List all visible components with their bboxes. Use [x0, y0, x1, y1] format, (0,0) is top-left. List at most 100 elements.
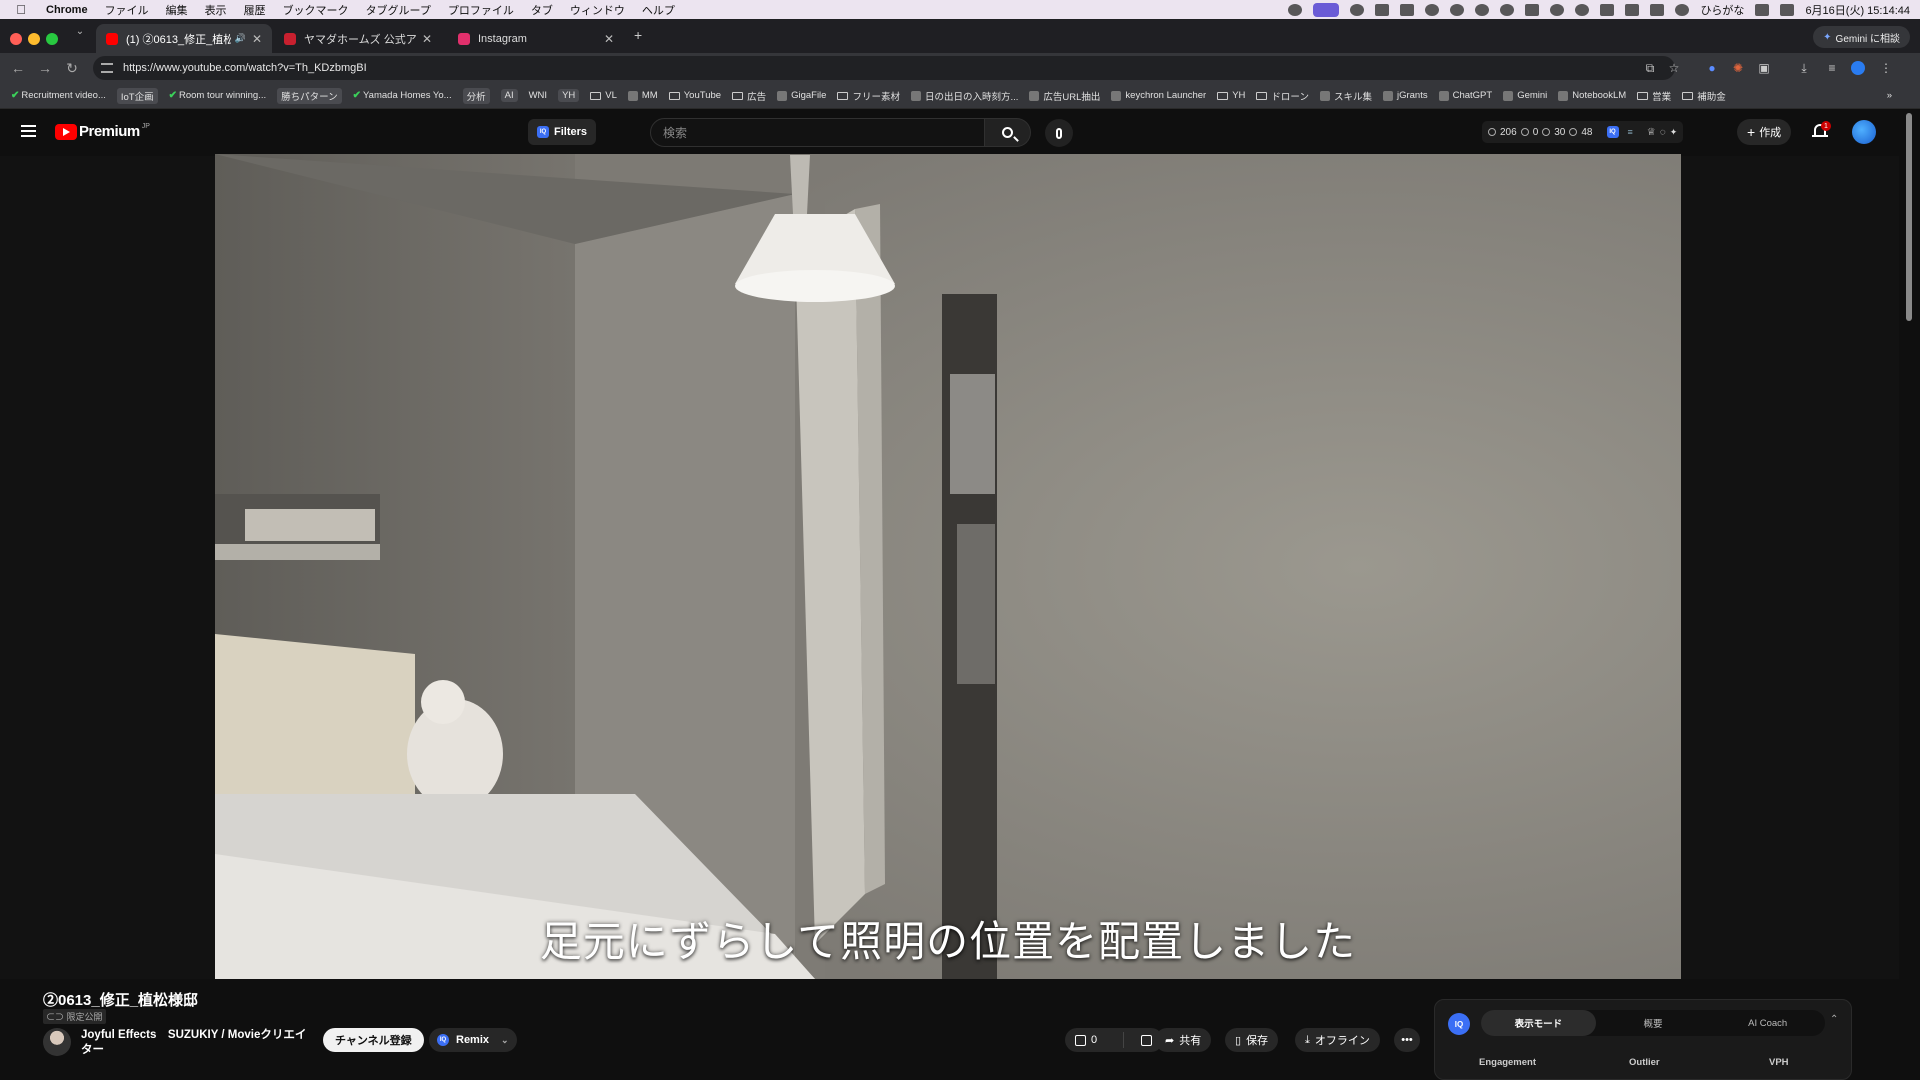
close-tab-icon[interactable]: ✕: [252, 32, 262, 46]
video-player[interactable]: 足元にずらして照明の位置を配置しました: [215, 154, 1681, 979]
tab-yamada[interactable]: ヤマダホームズ 公式アンバサダー ✕: [274, 24, 442, 53]
bookmarks-overflow-icon[interactable]: »: [1887, 90, 1892, 101]
menubar-clock[interactable]: 6月16日(火) 15:14:44: [1805, 2, 1910, 18]
iq-extension-icon[interactable]: IQ: [1606, 126, 1619, 138]
wifi-icon[interactable]: [1675, 3, 1690, 16]
like-button[interactable]: 0: [1065, 1034, 1118, 1046]
menu-tabgroups[interactable]: タブグループ: [366, 2, 431, 18]
bookmark-item[interactable]: ChatGPT: [1438, 90, 1492, 101]
more-menu-icon[interactable]: ⋮: [1878, 60, 1894, 76]
channel-avatar[interactable]: [43, 1028, 71, 1056]
bookmark-item[interactable]: IoT企画: [116, 87, 158, 104]
sparkle-plus-icon[interactable]: ✦: [1670, 127, 1678, 138]
bookmark-item[interactable]: YH: [558, 89, 580, 102]
extension-iq-icon[interactable]: ●: [1704, 60, 1720, 76]
tab-search-icon[interactable]: ⌄: [72, 26, 88, 42]
bookmark-item[interactable]: スキル集: [1319, 89, 1372, 103]
bookmark-item[interactable]: jGrants: [1382, 90, 1428, 101]
bookmark-item[interactable]: keychron Launcher: [1111, 90, 1206, 101]
menu-icon[interactable]: [21, 125, 36, 137]
bluetooth-icon[interactable]: [1650, 3, 1665, 16]
snowflake-icon[interactable]: [1350, 3, 1365, 16]
bookmark-item[interactable]: NotebookLM: [1558, 90, 1626, 101]
iq-tab-overview[interactable]: 概要: [1596, 1010, 1711, 1036]
bookmark-item[interactable]: YH: [1217, 90, 1245, 101]
lightbulb-icon[interactable]: ◌: [1660, 127, 1666, 138]
fingerprint-icon[interactable]: [1550, 3, 1565, 16]
profile-avatar-icon[interactable]: [1850, 60, 1866, 76]
menu-file[interactable]: ファイル: [105, 2, 149, 18]
search-input[interactable]: 検索: [650, 118, 985, 147]
iq-logo[interactable]: IQ: [1448, 1013, 1470, 1035]
reload-icon[interactable]: ↻: [63, 59, 81, 77]
bookmark-item[interactable]: WNI: [529, 90, 547, 101]
bookmark-item[interactable]: ✔ Recruitment video...: [11, 90, 106, 101]
bookmark-item[interactable]: 補助金: [1682, 89, 1726, 103]
volume-icon[interactable]: [1625, 3, 1640, 16]
status-app-icon[interactable]: [1450, 3, 1465, 16]
close-tab-icon[interactable]: ✕: [422, 32, 432, 46]
sparkle-icon[interactable]: [1475, 3, 1490, 16]
subscribe-button[interactable]: チャンネル登録: [323, 1028, 424, 1052]
media-controls-icon[interactable]: ≡: [1824, 60, 1840, 76]
audio-playing-icon[interactable]: 🔊: [235, 33, 246, 44]
forward-icon[interactable]: →: [36, 59, 54, 77]
bookmark-item[interactable]: フリー素材: [837, 89, 900, 103]
status-icon-1[interactable]: [1288, 3, 1303, 16]
bookmark-item[interactable]: ✔ Room tour winning...: [169, 90, 267, 101]
close-tab-icon[interactable]: ✕: [604, 32, 614, 46]
bookmark-item[interactable]: 勝ちパターン: [277, 87, 342, 104]
menu-chrome[interactable]: Chrome: [46, 4, 88, 16]
bookmark-item[interactable]: ✔ Yamada Homes Yo...: [353, 90, 452, 101]
extension-claude-icon[interactable]: ✺: [1730, 60, 1746, 76]
chevron-up-icon[interactable]: ⌃: [1830, 1014, 1838, 1025]
search-button[interactable]: [985, 118, 1031, 147]
bookmark-item[interactable]: ドローン: [1256, 89, 1309, 103]
menu-view[interactable]: 表示: [205, 2, 227, 18]
voice-search-button[interactable]: [1045, 119, 1073, 147]
battery-icon[interactable]: [1600, 3, 1615, 16]
status-a-icon[interactable]: [1375, 3, 1390, 16]
bookmark-item[interactable]: Gemini: [1503, 90, 1547, 101]
back-icon[interactable]: ←: [9, 59, 27, 77]
minimize-window-icon[interactable]: [28, 33, 40, 45]
scrollbar-thumb[interactable]: [1906, 113, 1912, 321]
menu-history[interactable]: 履歴: [244, 2, 266, 18]
bookmark-item[interactable]: 営業: [1637, 89, 1671, 103]
close-window-icon[interactable]: [10, 33, 22, 45]
youtube-logo[interactable]: Premium JP: [55, 123, 150, 140]
menu-tab[interactable]: タブ: [531, 2, 553, 18]
bookmark-item[interactable]: 広告: [732, 89, 766, 103]
trophy-icon[interactable]: ♕: [1647, 127, 1656, 138]
share-button[interactable]: ➦ 共有: [1155, 1028, 1212, 1052]
tab-youtube[interactable]: (1) ②0613_修正_植松様邸 🔊 ✕: [96, 24, 272, 53]
address-bar[interactable]: https://www.youtube.com/watch?v=Th_KDzbm…: [93, 56, 1675, 80]
input-method[interactable]: ひらがな: [1700, 2, 1744, 18]
globe-icon[interactable]: [1500, 3, 1515, 16]
more-actions-button[interactable]: •••: [1394, 1028, 1420, 1052]
bookmark-star-icon[interactable]: ☆: [1666, 60, 1682, 76]
download-icon[interactable]: ⤓: [1796, 60, 1812, 76]
gemini-button[interactable]: ✦ Gemini に相談: [1813, 26, 1910, 48]
filters-button[interactable]: IQ Filters: [528, 119, 597, 145]
screen-share-icon[interactable]: [1313, 2, 1340, 17]
create-button[interactable]: + 作成: [1737, 119, 1792, 145]
menu-profiles[interactable]: プロファイル: [448, 2, 514, 18]
status-keyboard-icon[interactable]: [1400, 3, 1415, 16]
play-icon[interactable]: [1575, 3, 1590, 16]
new-tab-icon[interactable]: +: [634, 27, 642, 43]
bookmark-item[interactable]: YouTube: [668, 90, 721, 101]
account-avatar[interactable]: [1852, 120, 1876, 144]
save-button[interactable]: ▯ 保存: [1225, 1028, 1279, 1052]
menu-edit[interactable]: 編集: [166, 2, 188, 18]
bookmark-item[interactable]: 広告URL抽出: [1029, 89, 1100, 103]
bookmark-item[interactable]: 日の出日の入時刻方...: [910, 89, 1018, 103]
menu-window[interactable]: ウィンドウ: [570, 2, 625, 18]
upload-icon[interactable]: [1755, 3, 1770, 16]
bookmark-item[interactable]: VL: [590, 90, 617, 101]
site-info-icon[interactable]: [101, 63, 113, 73]
bookmark-item[interactable]: GigaFile: [777, 90, 826, 101]
menu-bookmarks[interactable]: ブックマーク: [283, 2, 349, 18]
download-button[interactable]: ⤓ オフライン: [1295, 1028, 1380, 1052]
apple-icon[interactable]: : [14, 2, 28, 17]
